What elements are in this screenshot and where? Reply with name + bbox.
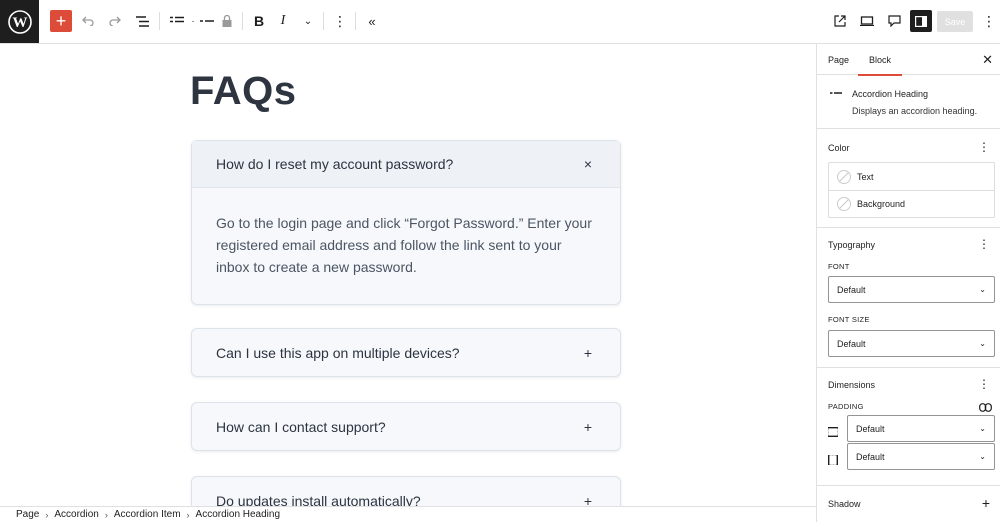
chevron-down-icon[interactable]: ⌄ [297,10,319,32]
accordion-heading-text: How can I contact support? [216,418,386,435]
chevron-down-icon: ⌄ [979,424,986,433]
undo-icon[interactable] [77,10,99,32]
padding-vertical-select[interactable]: Default ⌄ [847,415,995,442]
save-button[interactable]: Save [937,11,973,32]
color-text-item[interactable]: Text [829,163,994,190]
block-description: Displays an accordion heading. [852,106,978,116]
plus-icon[interactable]: + [584,419,592,435]
tab-page[interactable]: Page [828,55,849,65]
chevron-down-icon: ⌄ [979,339,986,348]
block-name: Accordion Heading [852,89,929,99]
padding-vertical-icon [828,424,838,437]
tab-block[interactable]: Block [857,55,903,76]
color-item-label: Background [857,199,906,209]
font-size-select[interactable]: Default ⌄ [828,330,995,357]
color-background-item[interactable]: Background [829,190,994,217]
block-inserter-button[interactable]: + [50,10,72,32]
panel-title: Typography [828,240,876,250]
chevron-right-icon: › [104,509,108,520]
external-view-icon[interactable] [829,10,851,32]
options-icon[interactable]: ⋮ [978,378,990,390]
options-icon[interactable]: ⋮ [978,141,990,153]
accordion-item[interactable]: How can I contact support? + [191,402,621,451]
typography-panel: Typography ⋮ FONT Default ⌄ FONT SIZE De… [817,228,1000,368]
color-swatch-icon [837,169,851,184]
breadcrumb-item[interactable]: Accordion [54,509,98,520]
lock-icon[interactable] [216,10,238,32]
sidebar-tabs: Page Block ✕ [817,44,1000,76]
select-value: Default [856,423,885,434]
padding-horizontal-icon [828,452,838,465]
panel-title: Shadow [828,499,861,509]
toolbar-divider [242,12,243,30]
padding-label: PADDING [828,402,864,411]
options-icon[interactable]: ⋮ [978,10,1000,32]
close-icon[interactable]: ✕ [982,52,993,68]
options-icon[interactable]: ⋮ [329,10,351,32]
editor-canvas: FAQs How do I reset my account password?… [0,44,816,506]
accordion-heading-icon [830,88,842,99]
select-value: Default [856,451,885,462]
bold-icon[interactable]: B [248,10,270,32]
chevron-down-icon: ⌄ [979,285,986,294]
accordion-heading[interactable]: How do I reset my account password? × [192,141,620,188]
svg-text:W: W [12,15,27,31]
accordion-heading[interactable]: How can I contact support? + [192,403,620,450]
color-settings: Text Background [828,162,995,218]
comment-icon[interactable] [883,10,905,32]
block-breadcrumb: Page › Accordion › Accordion Item › Acco… [0,506,816,522]
settings-icon[interactable] [910,10,932,32]
font-family-select[interactable]: Default ⌄ [828,276,995,303]
toolbar-divider [355,12,356,30]
italic-icon[interactable]: I [272,10,294,32]
accordion-item[interactable]: Can I use this app on multiple devices? … [191,328,621,377]
dimensions-panel: Dimensions ⋮ PADDING Default ⌄ Default ⌄ [817,368,1000,486]
chevron-right-icon: › [186,509,190,520]
breadcrumb-item: Accordion Heading [195,509,281,520]
accordion-heading[interactable]: Can I use this app on multiple devices? … [192,329,620,376]
padding-horizontal-select[interactable]: Default ⌄ [847,443,995,470]
chevron-right-icon: › [45,509,49,520]
toolbar-divider [323,12,324,30]
breadcrumb-item[interactable]: Accordion Item [114,509,181,520]
accordion-heading-text: Can I use this app on multiple devices? [216,344,460,361]
collapse-icon[interactable]: « [361,10,383,32]
block-card: Accordion Heading Displays an accordion … [817,75,1000,129]
close-icon[interactable]: × [584,156,592,172]
panel-title: Color [828,143,850,153]
accordion-item[interactable]: Do updates install automatically? + [191,476,621,506]
accordion-heading-text: Do updates install automatically? [216,492,421,507]
page-title[interactable]: FAQs [190,69,296,114]
font-label: FONT [828,262,850,271]
plus-icon[interactable]: + [584,493,592,507]
editor-toolbar: W + · B I ⌄ ⋮ « Save ⋮ [0,0,1000,44]
device-preview-icon[interactable] [856,10,878,32]
wordpress-icon: W [7,9,32,34]
accordion-heading[interactable]: Do updates install automatically? + [192,477,620,507]
select-value: Default [837,338,866,349]
font-size-label: FONT SIZE [828,315,870,324]
panel-title: Dimensions [828,380,876,390]
color-item-label: Text [857,171,874,182]
options-icon[interactable]: ⋮ [978,238,990,250]
color-panel: Color ⋮ Text Background [817,129,1000,228]
breadcrumb-item[interactable]: Page [16,509,39,520]
accordion-panel: Go to the login page and click “Forgot P… [216,215,592,275]
color-swatch-icon [837,197,851,211]
accordion-heading-text: How do I reset my account password? [216,156,454,172]
select-value: Default [837,284,866,295]
wordpress-logo[interactable]: W [0,0,39,43]
plus-icon[interactable]: + [584,345,592,361]
accordion-heading-icon[interactable] [196,10,218,32]
accordion-item[interactable]: How do I reset my account password? × Go… [191,140,621,305]
redo-icon[interactable] [104,10,126,32]
document-overview-icon[interactable] [131,10,153,32]
chevron-down-icon: ⌄ [979,452,986,461]
plus-icon[interactable]: + [982,496,990,510]
toolbar-divider [159,12,160,30]
shadow-panel[interactable]: Shadow + [817,486,1000,522]
settings-sidebar: Page Block ✕ Accordion Heading Displays … [816,44,1000,522]
